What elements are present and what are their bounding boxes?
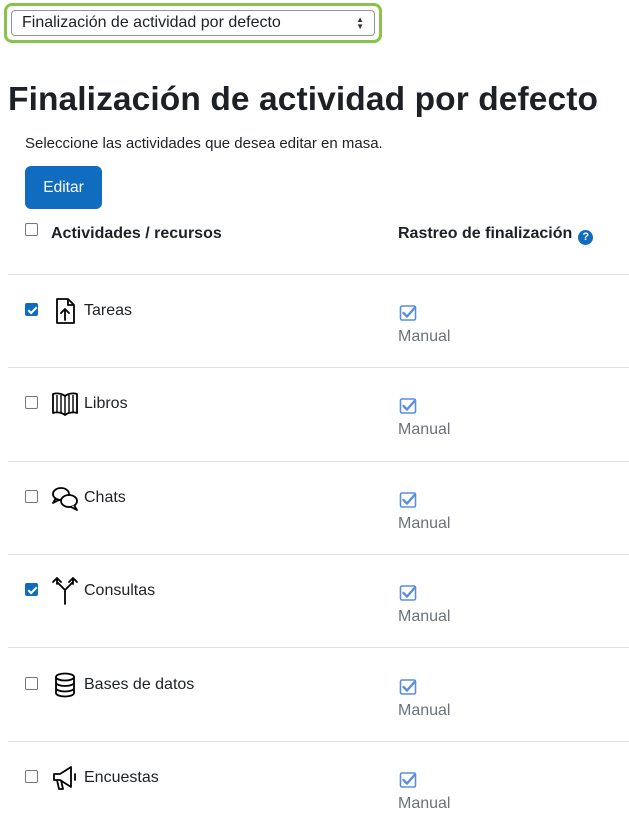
choice-icon [50, 576, 80, 606]
row-checkbox[interactable] [25, 490, 38, 503]
database-icon [50, 670, 80, 700]
chat-icon [50, 483, 80, 513]
row-checkbox[interactable] [25, 677, 38, 690]
completion-tracking-label: Manual [398, 421, 451, 438]
row-checkbox[interactable] [25, 303, 38, 316]
book-icon [50, 389, 80, 419]
row-checkbox[interactable] [25, 770, 38, 783]
activity-label: Chats [84, 489, 126, 506]
table-row: Chats Manual [0, 464, 629, 557]
completion-check-icon [399, 304, 417, 322]
intro-text: Seleccione las actividades que desea edi… [25, 135, 383, 152]
completion-check-icon [399, 491, 417, 509]
row-divider [8, 274, 629, 275]
completion-tracking-label: Manual [398, 795, 451, 812]
row-checkbox[interactable] [25, 396, 38, 409]
edit-button[interactable]: Editar [25, 166, 102, 209]
completion-tracking-label: Manual [398, 515, 451, 532]
select-all-checkbox[interactable] [25, 223, 38, 236]
column-header-activities: Actividades / recursos [51, 225, 222, 242]
row-checkbox[interactable] [25, 583, 38, 596]
completion-check-icon [399, 771, 417, 789]
activity-label: Tareas [84, 302, 133, 319]
column-header-tracking-label: Rastreo de finalización [398, 225, 573, 242]
table-row: Bases de datos Manual [0, 651, 629, 744]
activity-label: Libros [84, 395, 128, 412]
completion-check-icon [399, 678, 417, 696]
select-highlight: Finalización de actividad por defecto ▲ ▼ [4, 3, 382, 43]
completion-check-icon [399, 584, 417, 602]
activity-label: Encuestas [84, 769, 159, 786]
completion-tracking-label: Manual [398, 328, 451, 345]
activity-label: Consultas [84, 582, 156, 599]
report-type-select[interactable]: Finalización de actividad por defecto ▲ ▼ [11, 10, 375, 36]
table-row: Libros Manual [0, 370, 629, 463]
column-header-tracking: Rastreo de finalización? [398, 225, 594, 245]
table-row: Tareas Manual [0, 277, 629, 370]
help-icon[interactable]: ? [578, 230, 594, 245]
sort-caret-icon: ▲ ▼ [356, 15, 364, 31]
assignment-icon [50, 296, 80, 326]
report-type-select-value: Finalización de actividad por defecto [22, 14, 281, 31]
page-title: Finalización de actividad por defecto [8, 81, 599, 118]
activity-label: Bases de datos [84, 676, 195, 693]
feedback-icon [50, 763, 80, 793]
table-row: Encuestas Manual [0, 744, 629, 837]
table-row: Consultas Manual [0, 557, 629, 650]
completion-tracking-label: Manual [398, 702, 451, 719]
completion-tracking-label: Manual [398, 608, 451, 625]
completion-check-icon [399, 397, 417, 415]
